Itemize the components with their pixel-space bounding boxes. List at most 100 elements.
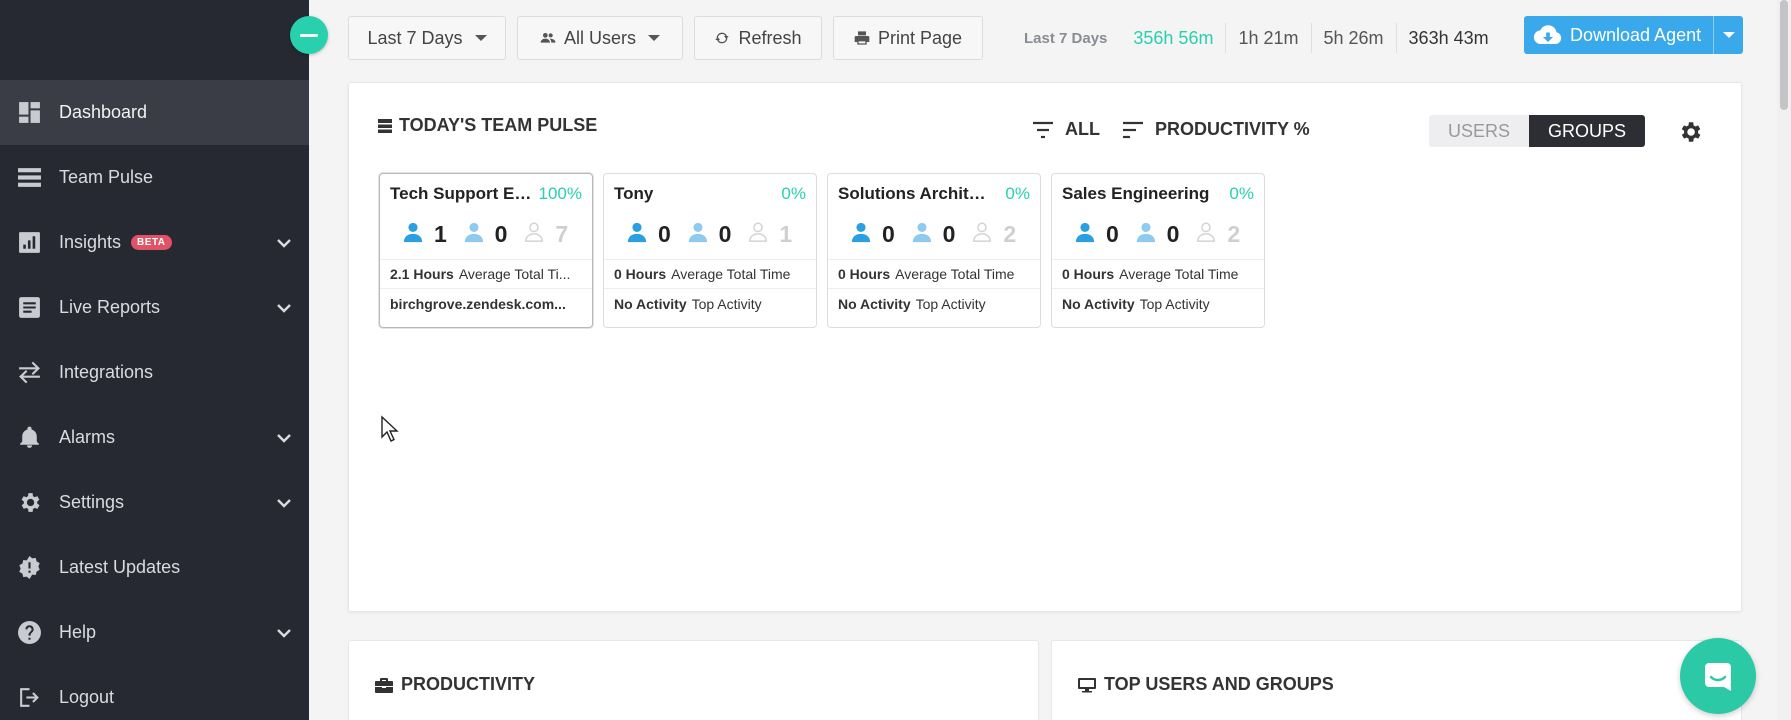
panel-title-text: TODAY'S TEAM PULSE	[399, 115, 598, 135]
caret-down-icon	[1722, 32, 1735, 38]
monitor-icon	[1078, 677, 1096, 692]
caret-down-icon	[648, 35, 660, 41]
team-pulse-panel: TODAY'S TEAM PULSE ALL PRODUCTIVITY % US…	[348, 82, 1742, 612]
logout-icon	[17, 685, 42, 710]
average-time-row: 0 Hours Average Total Time	[1052, 260, 1264, 289]
productivity-percent: 0%	[1005, 184, 1030, 203]
briefcase-icon	[375, 677, 393, 693]
sidebar-item-insights[interactable]: Insights BETA	[0, 210, 309, 275]
sidebar-item-dashboard[interactable]: Dashboard	[0, 80, 309, 145]
productivity-panel: PRODUCTIVITY	[348, 640, 1039, 720]
refresh-button[interactable]: Refresh	[694, 16, 822, 60]
sidebar-item-label: Dashboard	[59, 102, 148, 122]
average-hours-label: Average Total Time	[1119, 266, 1239, 282]
active-user-icon	[402, 221, 424, 249]
chat-icon	[1705, 663, 1731, 691]
download-agent-button[interactable]: Download Agent	[1524, 16, 1743, 54]
sort-icon	[1123, 121, 1143, 138]
collapse-sidebar-button[interactable]	[290, 16, 328, 54]
sidebar-item-label: Team Pulse	[59, 167, 154, 187]
group-card[interactable]: Sales Engineering 0% 0 0 2 0 Hours Average Tot…	[1051, 173, 1265, 328]
sidebar-item-label: Help	[59, 622, 97, 642]
filter-all-label: ALL	[1065, 119, 1100, 139]
gear-icon	[17, 490, 42, 515]
productivity-title-text: PRODUCTIVITY	[401, 674, 536, 694]
passive-user-icon	[463, 221, 485, 249]
average-hours: 2.1 Hours	[390, 266, 454, 282]
top-activity-label: Top Activity	[915, 295, 986, 312]
users-filter-label: All Users	[563, 27, 636, 48]
chevron-down-icon	[276, 430, 292, 446]
filter-all-button[interactable]: ALL	[1031, 119, 1100, 140]
passive-user-icon	[1135, 221, 1157, 249]
page-scrollbar[interactable]	[1777, 0, 1791, 720]
group-cards: Tech Support En... 100% 1 0 7 2.1 Hours Averag…	[379, 173, 1265, 328]
date-range-dropdown[interactable]: Last 7 Days	[348, 16, 506, 60]
card-header: Solutions Architect... 0%	[828, 174, 1040, 210]
active-users-count: 0	[850, 221, 907, 249]
offline-users-count: 1	[747, 221, 804, 249]
top-activity-label: Top Activity	[691, 295, 762, 312]
minus-icon	[300, 33, 318, 37]
chat-launcher-button[interactable]	[1680, 638, 1756, 714]
passive-users-count: 0	[463, 221, 520, 249]
offline-count: 1	[779, 221, 793, 247]
chevron-down-icon	[276, 495, 292, 511]
productivity-percent: 0%	[1229, 184, 1254, 203]
card-header: Tech Support En... 100%	[380, 174, 592, 210]
chevron-down-icon	[276, 625, 292, 641]
sidebar-header	[0, 0, 309, 80]
active-count: 0	[658, 221, 671, 247]
sidebar-item-logout[interactable]: Logout	[0, 665, 309, 720]
top-activity: No Activity	[614, 295, 687, 312]
passive-user-icon	[687, 221, 709, 249]
summary-period: Last 7 Days	[1024, 29, 1108, 47]
sidebar-item-help[interactable]: Help	[0, 600, 309, 665]
refresh-icon	[715, 32, 730, 44]
sidebar-item-latest-updates[interactable]: Latest Updates	[0, 535, 309, 600]
sidebar-item-team-pulse[interactable]: Team Pulse	[0, 145, 309, 210]
insights-icon	[17, 230, 42, 255]
passive-users-count: 0	[687, 221, 744, 249]
help-icon	[17, 620, 42, 645]
offline-count: 2	[1227, 221, 1241, 247]
sort-productivity-button[interactable]: PRODUCTIVITY %	[1121, 119, 1310, 140]
print-page-button[interactable]: Print Page	[833, 16, 983, 60]
toggle-groups[interactable]: GROUPS	[1529, 115, 1645, 147]
live-reports-icon	[17, 295, 42, 320]
offline-users-count: 7	[523, 221, 580, 249]
sidebar-item-label: Live Reports	[59, 297, 161, 317]
scrollbar-thumb[interactable]	[1780, 0, 1788, 110]
offline-users-count: 2	[971, 221, 1028, 249]
toggle-users[interactable]: USERS	[1429, 115, 1529, 147]
average-hours-label: Average Total Time	[671, 266, 791, 282]
active-count: 1	[434, 221, 447, 247]
bell-icon	[17, 425, 42, 450]
group-card[interactable]: Tony 0% 0 0 1 0 Hours Average Total Time No Act…	[603, 173, 817, 328]
group-card[interactable]: Solutions Architect... 0% 0 0 2 0 HoursAverag…	[827, 173, 1041, 328]
user-counts: 0 0 2	[1052, 210, 1264, 260]
average-time-row: 0 Hours Average Total Time	[604, 260, 816, 289]
group-name: Tech Support En...	[390, 184, 539, 203]
sidebar-item-live-reports[interactable]: Live Reports	[0, 275, 309, 340]
sidebar-item-settings[interactable]: Settings	[0, 470, 309, 535]
refresh-label: Refresh	[738, 27, 802, 48]
offline-user-icon	[971, 221, 993, 249]
beta-badge: BETA	[131, 235, 172, 250]
sidebar-item-label: Settings	[59, 492, 125, 512]
active-user-icon	[626, 221, 648, 249]
settings-gear-icon[interactable]	[1677, 119, 1703, 145]
team-pulse-icon	[17, 165, 42, 190]
top-users-title: TOP USERS AND GROUPS	[1078, 674, 1334, 695]
download-options-toggle[interactable]	[1713, 16, 1743, 54]
download-label: Download Agent	[1570, 24, 1702, 45]
sidebar-item-alarms[interactable]: Alarms	[0, 405, 309, 470]
group-card[interactable]: Tech Support En... 100% 1 0 7 2.1 Hours Averag…	[379, 173, 593, 328]
passive-users-count: 0	[911, 221, 968, 249]
card-header: Sales Engineering 0%	[1052, 174, 1264, 210]
productive-time: 356h 56m	[1133, 27, 1214, 48]
passive-count: 0	[494, 221, 508, 247]
sidebar-item-integrations[interactable]: Integrations	[0, 340, 309, 405]
users-filter-dropdown[interactable]: All Users	[517, 16, 683, 60]
active-count: 0	[1106, 221, 1119, 247]
